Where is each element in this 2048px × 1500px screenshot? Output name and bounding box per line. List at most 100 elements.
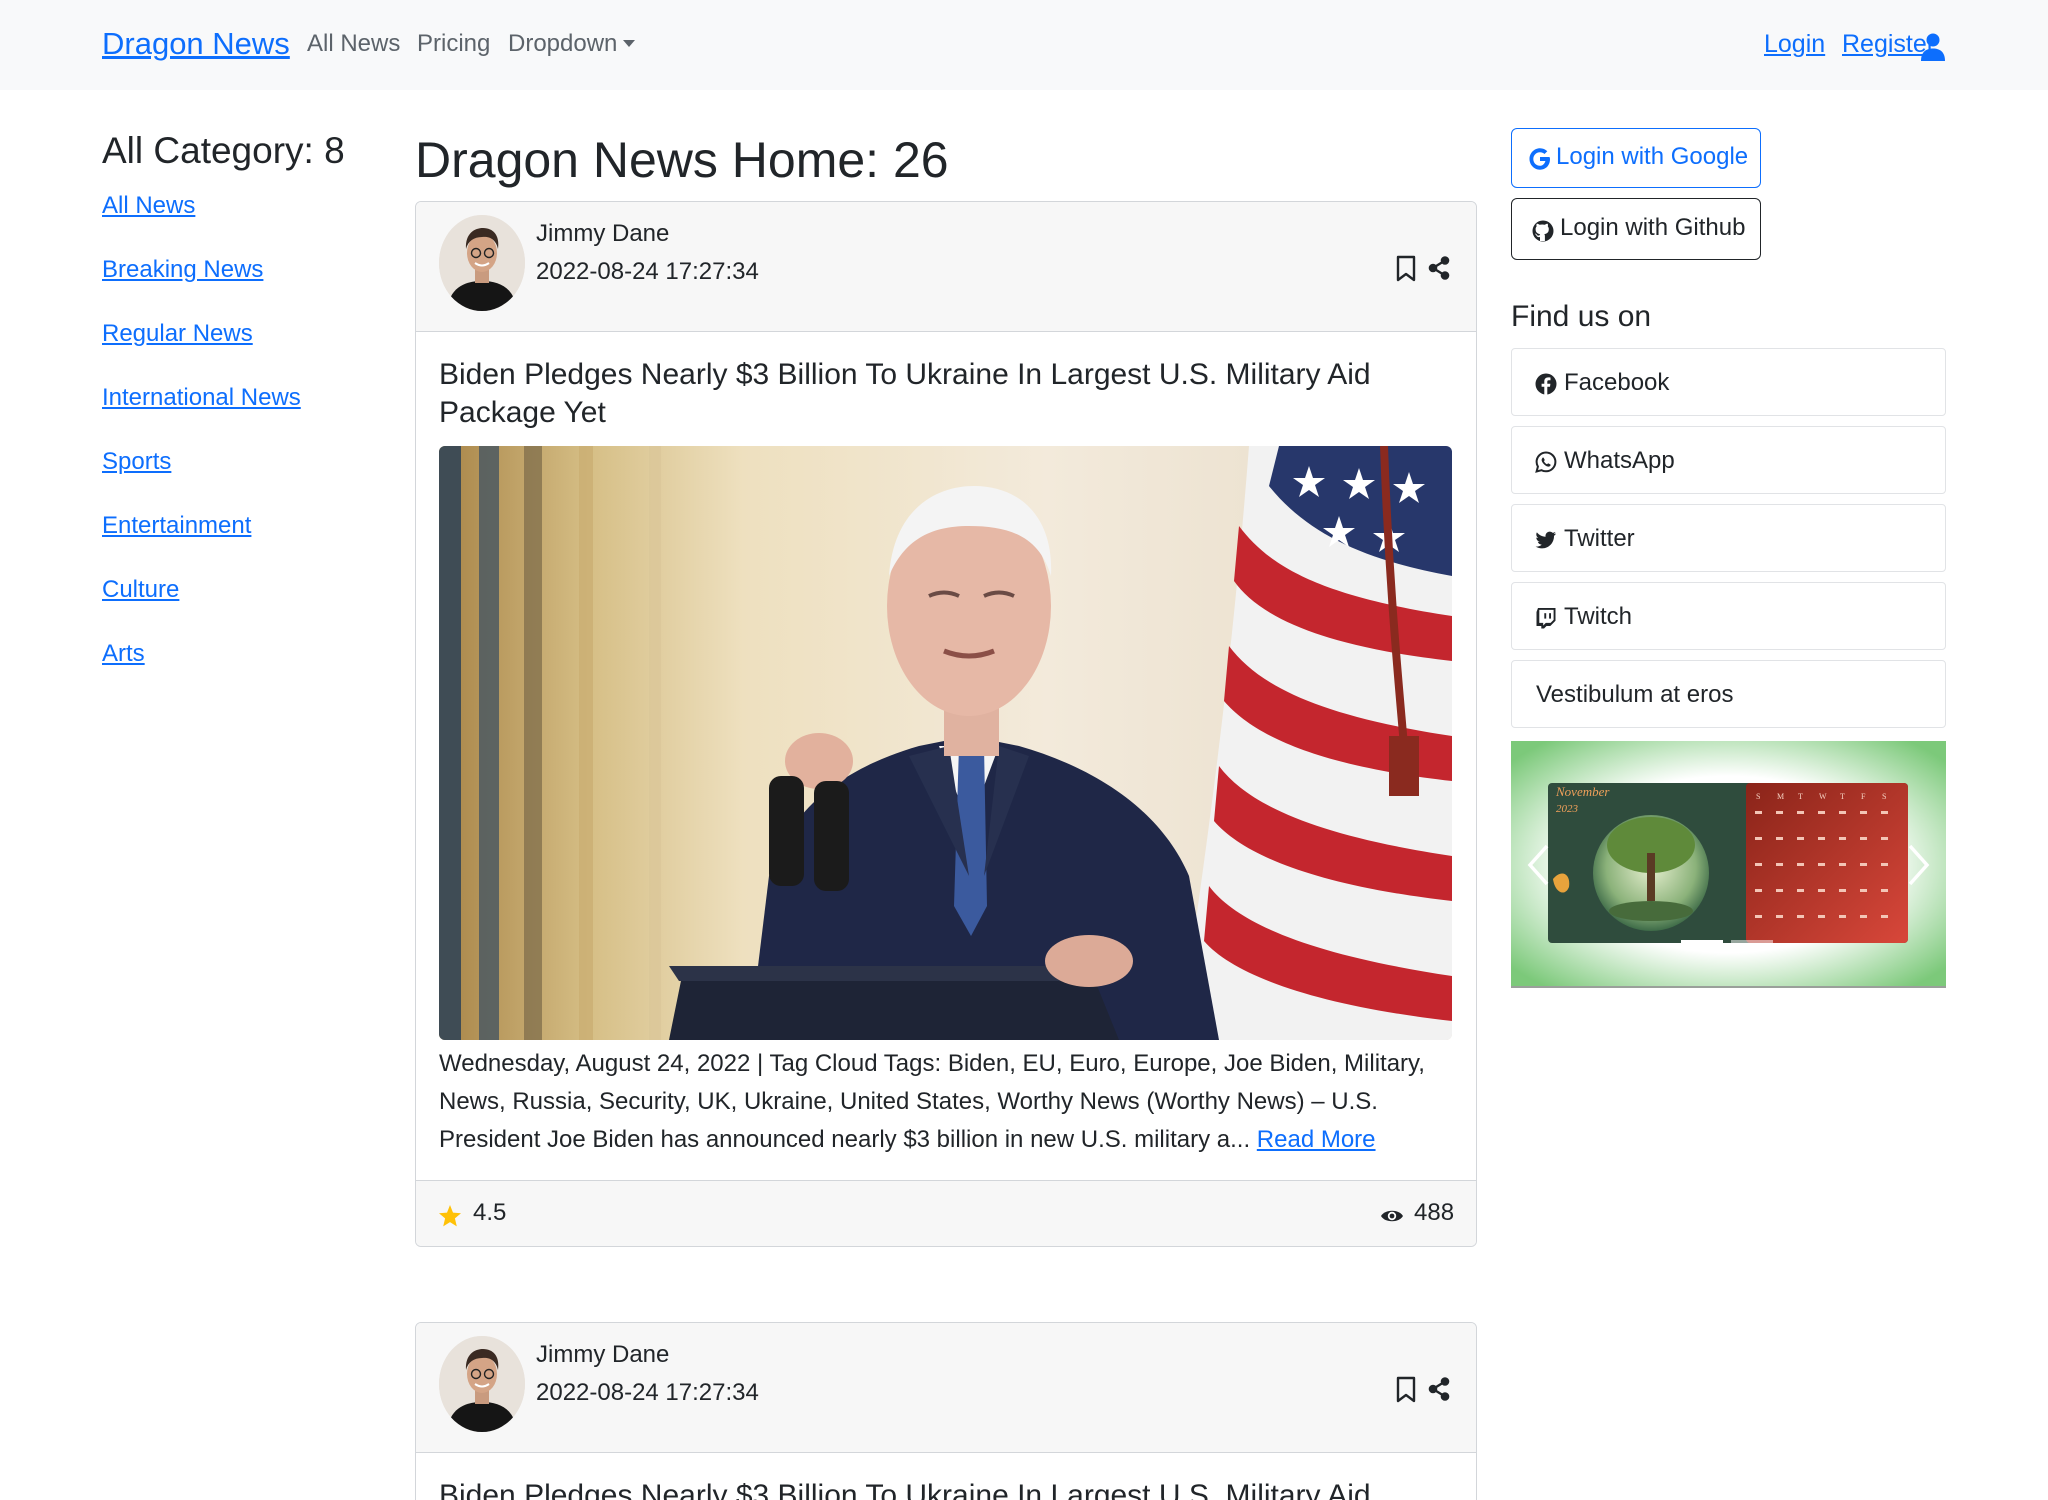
author-avatar (439, 215, 525, 311)
twitter-icon (1535, 531, 1556, 549)
calendar-weekday: M (1777, 792, 1784, 801)
facebook-icon (1535, 373, 1557, 395)
calendar-day-mark (1860, 837, 1867, 840)
calendar-day-mark (1797, 837, 1804, 840)
category-international-news[interactable]: International News (102, 382, 301, 446)
calendar-day-mark (1818, 889, 1825, 892)
calendar-day-mark (1776, 863, 1783, 866)
whatsapp-icon (1535, 451, 1557, 473)
card-footer: 4.5 488 (416, 1180, 1476, 1246)
social-twitter[interactable]: Twitter (1511, 504, 1946, 572)
login-with-github-button[interactable]: Login with Github (1511, 198, 1761, 260)
calendar-day-mark (1860, 863, 1867, 866)
github-button-label: Login with Github (1560, 214, 1746, 241)
read-more-link[interactable]: Read More (1257, 1126, 1376, 1153)
page-title: Dragon News Home: 26 (415, 132, 949, 188)
calendar-day-mark (1839, 811, 1846, 814)
caret-down-icon (623, 40, 636, 47)
calendar-day-mark (1881, 811, 1888, 814)
calendar-weekday: S (1756, 792, 1760, 801)
calendar-day-mark (1755, 837, 1762, 840)
calendar-day-mark (1755, 915, 1762, 918)
calendar-day-mark (1755, 863, 1762, 866)
calendar-weekday: T (1798, 792, 1803, 801)
calendar-day-mark (1818, 915, 1825, 918)
news-excerpt: Wednesday, August 24, 2022 | Tag Cloud T… (439, 1045, 1459, 1159)
author-name: Jimmy Dane (536, 220, 670, 247)
calendar-day-mark (1797, 915, 1804, 918)
news-card: Jimmy Dane 2022-08-24 17:27:34 Biden Ple… (415, 1322, 1477, 1500)
nav-all-news[interactable]: All News (307, 30, 400, 58)
calendar-day-mark (1797, 863, 1804, 866)
calendar-day-mark (1818, 863, 1825, 866)
author-avatar (439, 1336, 525, 1432)
social-facebook[interactable]: Facebook (1511, 348, 1946, 416)
category-arts[interactable]: Arts (102, 638, 301, 702)
calendar-day-mark (1839, 889, 1846, 892)
bookmark-icon[interactable] (1396, 255, 1416, 282)
share-icon[interactable] (1428, 256, 1450, 280)
calendar-day-mark (1881, 863, 1888, 866)
login-link[interactable]: Login (1764, 30, 1825, 59)
calendar-day-mark (1860, 889, 1867, 892)
calendar-day-mark (1776, 837, 1783, 840)
category-title: All Category: 8 (102, 130, 345, 171)
find-us-title: Find us on (1511, 300, 1652, 333)
navbar: Dragon News All News Pricing Dropdown Lo… (0, 0, 2048, 90)
calendar-day-mark (1839, 863, 1846, 866)
author-name: Jimmy Dane (536, 1341, 670, 1368)
category-list: All News Breaking News Regular News Inte… (102, 190, 301, 702)
news-image (439, 446, 1452, 1040)
card-header: Jimmy Dane 2022-08-24 17:27:34 (416, 202, 1476, 332)
calendar-weekday: T (1840, 792, 1845, 801)
google-button-label: Login with Google (1556, 143, 1749, 170)
carousel-indicator[interactable] (1681, 940, 1723, 944)
bookmark-icon[interactable] (1396, 1376, 1416, 1403)
social-label: WhatsApp (1564, 447, 1675, 474)
publish-date: 2022-08-24 17:27:34 (536, 1379, 759, 1406)
calendar-day-mark (1776, 889, 1783, 892)
category-culture[interactable]: Culture (102, 574, 301, 638)
news-title[interactable]: Biden Pledges Nearly $3 Billion To Ukrai… (439, 1477, 1459, 1500)
svg-text:2023: 2023 (1556, 803, 1579, 815)
star-icon (439, 1205, 461, 1227)
user-icon[interactable] (1921, 33, 1945, 61)
calendar-day-mark (1797, 811, 1804, 814)
eye-icon (1381, 1210, 1403, 1222)
category-all-news[interactable]: All News (102, 190, 301, 254)
image-carousel: November 2023 S M T W T F S (1511, 741, 1946, 988)
view-count: 488 (1414, 1199, 1455, 1226)
category-sports[interactable]: Sports (102, 446, 301, 510)
social-twitch[interactable]: Twitch (1511, 582, 1946, 650)
social-vestibulum[interactable]: Vestibulum at eros (1511, 660, 1946, 728)
carousel-indicator[interactable] (1731, 940, 1773, 944)
calendar-day-mark (1839, 915, 1846, 918)
calendar-day-mark (1818, 837, 1825, 840)
calendar-day-mark (1776, 811, 1783, 814)
category-entertainment[interactable]: Entertainment (102, 510, 301, 574)
calendar-day-mark (1881, 889, 1888, 892)
category-regular-news[interactable]: Regular News (102, 318, 301, 382)
calendar-day-mark (1881, 837, 1888, 840)
login-with-google-button[interactable]: Login with Google (1511, 128, 1761, 188)
calendar-day-mark (1818, 811, 1825, 814)
svg-text:November: November (1555, 784, 1610, 799)
carousel-next-icon[interactable] (1906, 843, 1932, 887)
nav-pricing[interactable]: Pricing (417, 30, 490, 58)
share-icon[interactable] (1428, 1377, 1450, 1401)
carousel-slide: November 2023 S M T W T F S (1511, 741, 1946, 986)
carousel-prev-icon[interactable] (1525, 843, 1551, 887)
card-header: Jimmy Dane 2022-08-24 17:27:34 (416, 1323, 1476, 1453)
category-breaking-news[interactable]: Breaking News (102, 254, 301, 318)
nav-dropdown[interactable]: Dropdown (508, 30, 636, 58)
social-whatsapp[interactable]: WhatsApp (1511, 426, 1946, 494)
calendar-day-mark (1839, 837, 1846, 840)
calendar-day-mark (1860, 811, 1867, 814)
github-icon (1532, 220, 1554, 242)
social-label: Vestibulum at eros (1536, 681, 1734, 708)
calendar-day-mark (1776, 915, 1783, 918)
publish-date: 2022-08-24 17:27:34 (536, 258, 759, 285)
brand-link[interactable]: Dragon News (102, 26, 290, 62)
calendar-weekday: W (1819, 792, 1827, 801)
news-title[interactable]: Biden Pledges Nearly $3 Billion To Ukrai… (439, 356, 1459, 432)
